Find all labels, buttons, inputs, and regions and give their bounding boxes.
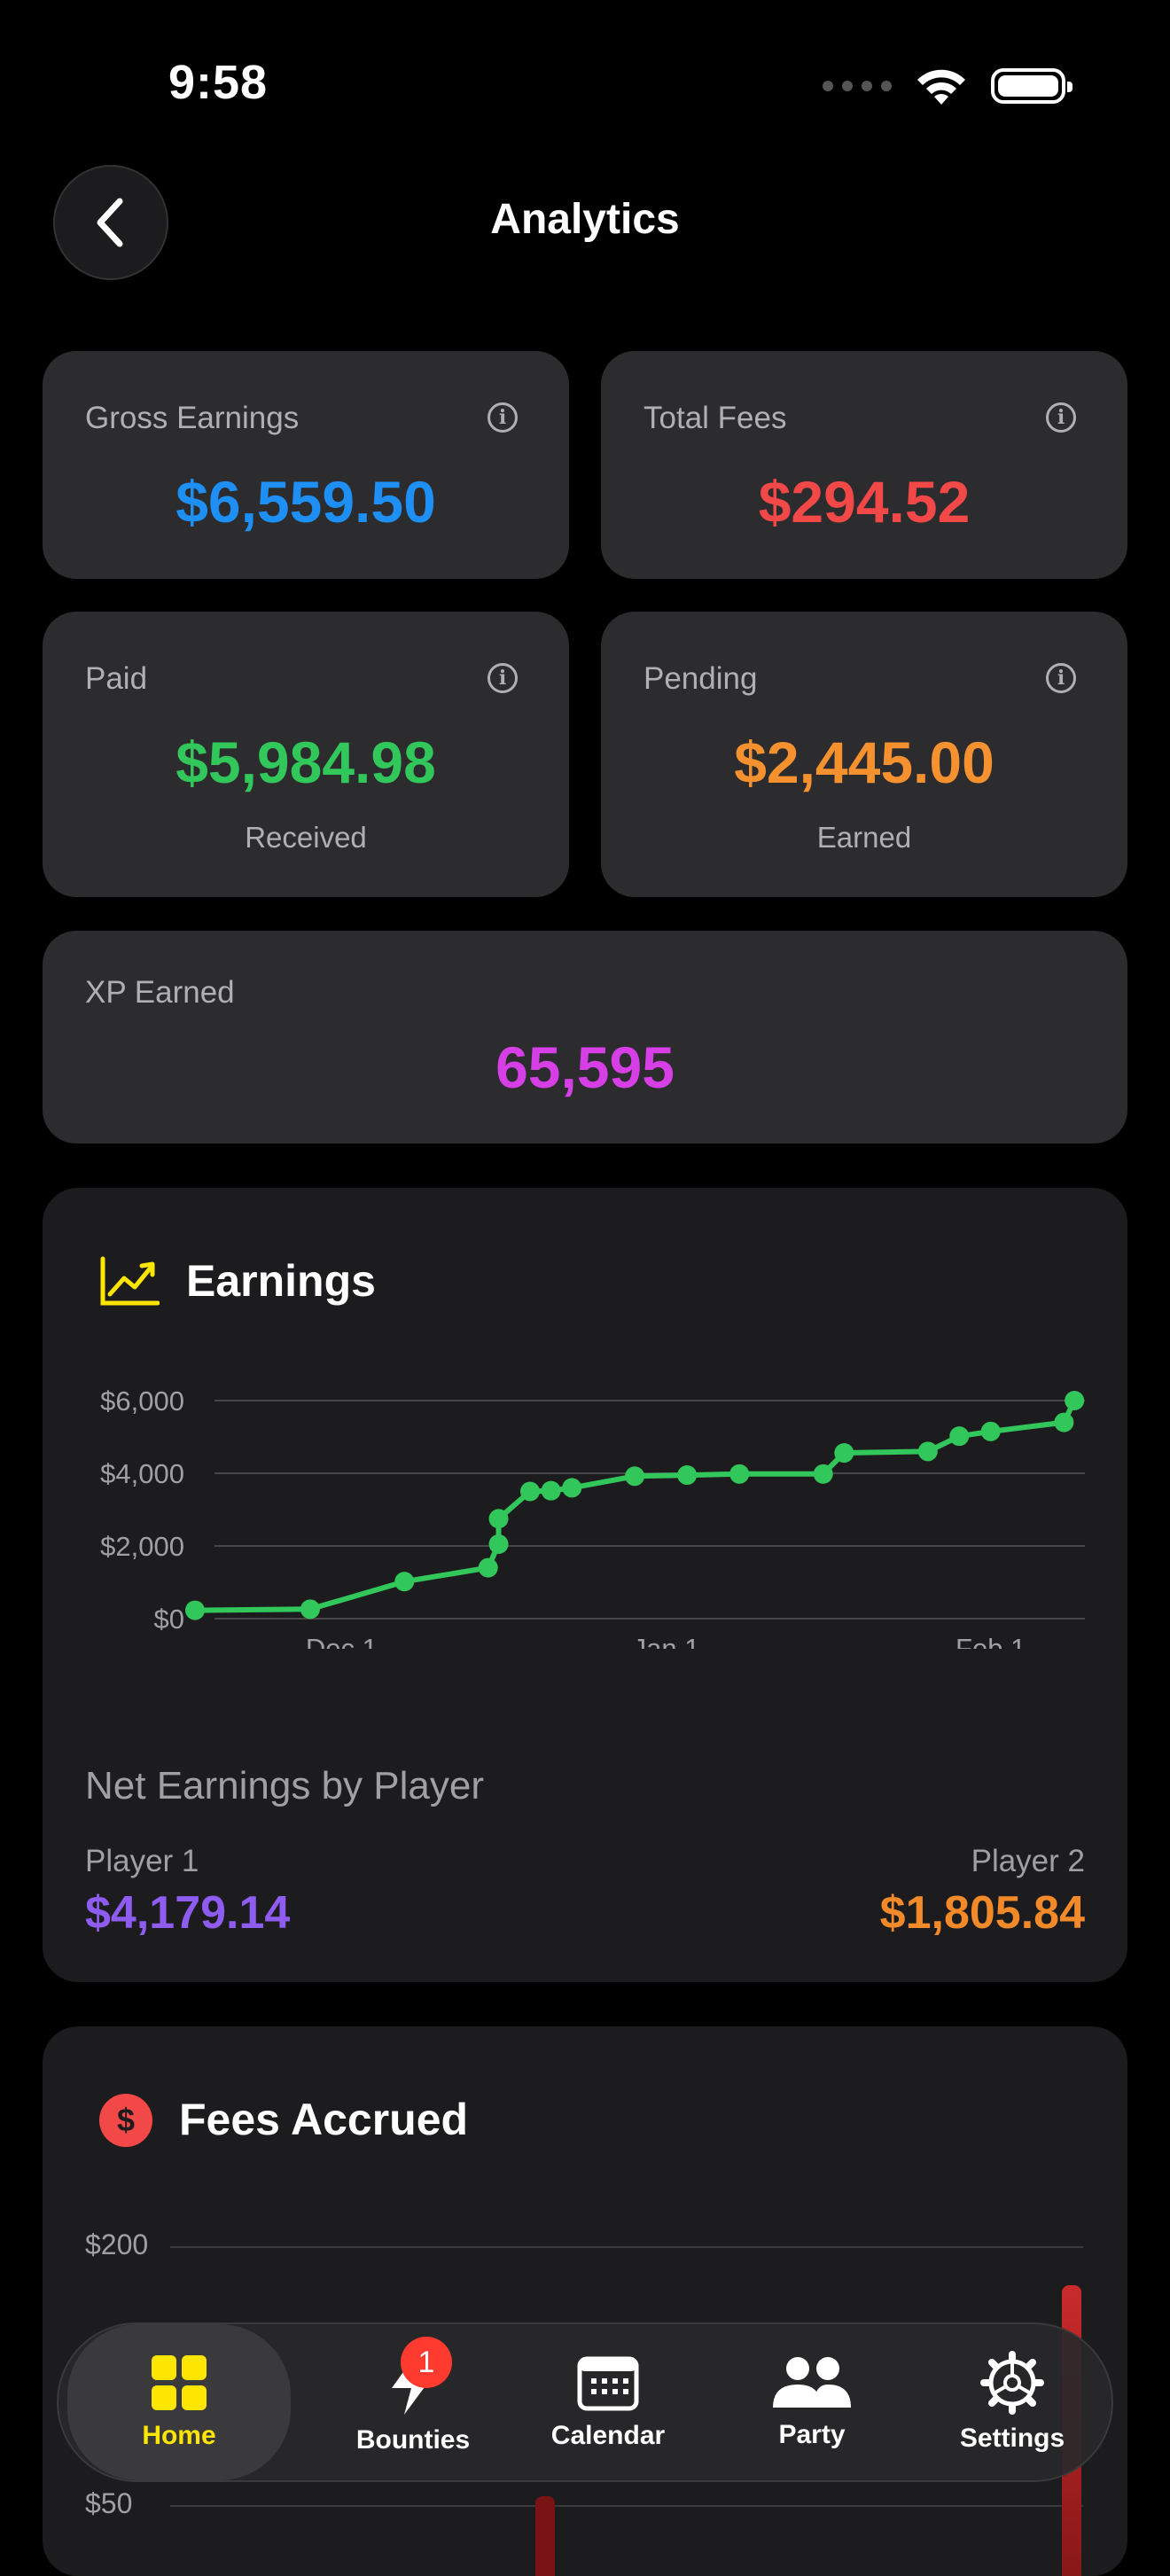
earnings-data-point xyxy=(729,1464,750,1484)
total-fees-value: $294.52 xyxy=(758,469,971,535)
pending-sub: Earned xyxy=(816,821,912,854)
wifi-icon xyxy=(917,69,965,105)
tab-settings-label: Settings xyxy=(959,2424,1065,2453)
calendar-icon xyxy=(577,2356,639,2411)
y-tick-label: $0 xyxy=(154,1604,184,1635)
earnings-data-point xyxy=(488,1534,509,1554)
signal-icon xyxy=(823,81,892,91)
player-2-label: Player 2 xyxy=(971,1844,1085,1878)
fees-panel: $ Fees Accrued $200 $50 xyxy=(43,2026,1127,2576)
xp-label: XP Earned xyxy=(85,975,235,1010)
earnings-data-point xyxy=(980,1421,1001,1441)
info-icon[interactable]: i xyxy=(1046,663,1076,693)
earnings-chart: $0 $2,000 $4,000 $6,000 Dec 1 Jan 1 Feb 1 xyxy=(100,1386,1085,1649)
earnings-data-point xyxy=(185,1600,205,1620)
info-icon[interactable]: i xyxy=(488,663,518,693)
tab-home-label: Home xyxy=(142,2421,216,2450)
earnings-data-point xyxy=(478,1557,498,1578)
tab-calendar[interactable]: Calendar xyxy=(519,2324,697,2480)
earnings-data-point xyxy=(625,1466,645,1487)
pending-label: Pending xyxy=(644,661,758,696)
gross-earnings-card: Gross Earnings i $6,559.50 xyxy=(43,351,569,579)
battery-icon xyxy=(991,68,1072,104)
paid-card: Paid i $5,984.98 Received xyxy=(43,612,569,897)
status-icons xyxy=(823,64,1072,108)
fees-y-tick: $50 xyxy=(85,2487,133,2519)
player-2-value: $1,805.84 xyxy=(879,1887,1085,1939)
player-1-value: $4,179.14 xyxy=(85,1887,291,1939)
earnings-data-point xyxy=(1065,1391,1085,1410)
earnings-data-point xyxy=(562,1478,582,1498)
earnings-series-line xyxy=(194,1399,1077,1613)
gear-icon xyxy=(980,2351,1044,2415)
gross-earnings-value: $6,559.50 xyxy=(176,469,436,535)
x-tick-label: Feb 1 xyxy=(956,1633,1026,1649)
paid-sub: Received xyxy=(245,821,367,854)
chart-line-icon xyxy=(100,1256,160,1306)
tab-party[interactable]: Party xyxy=(723,2324,901,2480)
page-title: Analytics xyxy=(490,196,680,243)
gross-earnings-label: Gross Earnings xyxy=(85,401,300,435)
earnings-data-point xyxy=(519,1481,540,1502)
tab-bar: Home Bounties 1 Calendar Party Settings xyxy=(57,2322,1113,2482)
x-tick-label: Dec 1 xyxy=(306,1633,378,1649)
dollar-circle-icon: $ xyxy=(99,2094,152,2147)
tab-home[interactable]: Home xyxy=(67,2324,291,2480)
earnings-data-point xyxy=(949,1426,970,1447)
net-earnings-label: Net Earnings by Player xyxy=(85,1764,484,1807)
fees-bar xyxy=(535,2496,555,2576)
status-time: 9:58 xyxy=(168,56,269,109)
total-fees-label: Total Fees xyxy=(644,401,787,435)
earnings-data-point xyxy=(488,1509,509,1529)
y-tick-label: $4,000 xyxy=(100,1458,184,1489)
fees-gridline xyxy=(170,2246,1083,2248)
tab-settings[interactable]: Settings xyxy=(924,2324,1101,2480)
y-tick-label: $6,000 xyxy=(100,1386,184,1417)
earnings-data-point xyxy=(394,1572,415,1592)
total-fees-card: Total Fees i $294.52 xyxy=(601,351,1127,579)
tab-calendar-label: Calendar xyxy=(550,2421,666,2450)
grid-icon xyxy=(152,2355,207,2410)
earnings-data-point xyxy=(541,1480,561,1501)
earnings-data-point xyxy=(300,1599,320,1620)
bounties-badge: 1 xyxy=(401,2337,452,2388)
people-icon xyxy=(773,2357,851,2408)
xp-value: 65,595 xyxy=(495,1034,675,1100)
paid-label: Paid xyxy=(85,661,148,696)
earnings-title: Earnings xyxy=(186,1256,376,1306)
earnings-data-point xyxy=(834,1443,854,1464)
paid-value: $5,984.98 xyxy=(176,730,436,795)
xp-card: XP Earned 65,595 xyxy=(43,931,1127,1144)
x-tick-label: Jan 1 xyxy=(633,1633,700,1649)
pending-card: Pending i $2,445.00 Earned xyxy=(601,612,1127,897)
y-tick-label: $2,000 xyxy=(100,1531,184,1562)
fees-title: Fees Accrued xyxy=(179,2095,469,2144)
earnings-data-point xyxy=(1054,1412,1074,1432)
pending-value: $2,445.00 xyxy=(734,730,994,795)
fees-gridline xyxy=(170,2505,1083,2507)
tab-bounties-label: Bounties xyxy=(355,2425,471,2455)
player-1-label: Player 1 xyxy=(85,1844,199,1878)
earnings-panel: Earnings $0 $2,000 $4,000 $6,000 Dec 1 Jan 1 F… xyxy=(43,1188,1127,1982)
tab-party-label: Party xyxy=(778,2420,846,2449)
info-icon[interactable]: i xyxy=(1046,402,1076,433)
info-icon[interactable]: i xyxy=(488,402,518,433)
earnings-data-point xyxy=(917,1441,938,1462)
earnings-data-point xyxy=(677,1465,698,1486)
earnings-data-point xyxy=(813,1464,833,1484)
fees-y-tick: $200 xyxy=(85,2229,149,2260)
